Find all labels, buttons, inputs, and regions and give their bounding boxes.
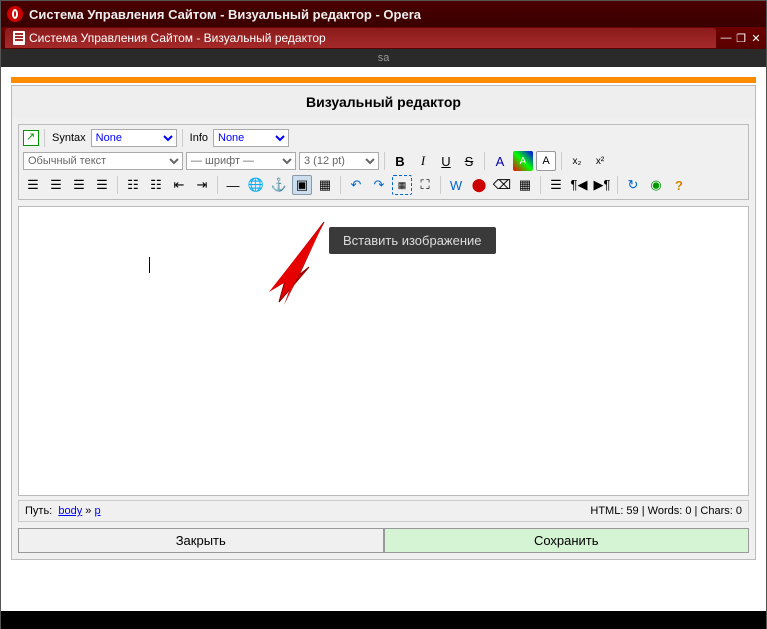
text-cursor xyxy=(149,257,150,273)
separator xyxy=(561,152,562,170)
ltr-button[interactable]: ¶◀ xyxy=(569,175,589,195)
subscript-button[interactable]: x₂ xyxy=(567,151,587,171)
path-body-link[interactable]: body xyxy=(58,505,82,517)
hr-button[interactable]: — xyxy=(223,175,243,195)
special-char-button[interactable]: ⬤ xyxy=(469,175,489,195)
align-right-button[interactable]: ☰ xyxy=(69,175,89,195)
redo-button[interactable]: ↷ xyxy=(369,175,389,195)
syntax-select[interactable]: None xyxy=(91,129,177,147)
dialog-buttons: Закрыть Сохранить xyxy=(18,528,749,553)
fullscreen-button[interactable]: ⛶ xyxy=(415,175,435,195)
superscript-button[interactable]: x² xyxy=(590,151,610,171)
separator xyxy=(540,176,541,194)
link-button[interactable]: 🌐 xyxy=(246,175,266,195)
browser-window: Система Управления Сайтом - Визуальный р… xyxy=(0,0,767,629)
status-strip: sa xyxy=(1,49,766,67)
pointer-arrow-icon xyxy=(239,217,329,307)
editor-title: Визуальный редактор xyxy=(12,86,755,118)
editor-content-area[interactable]: Вставить изображение xyxy=(18,206,749,496)
save-button[interactable]: Сохранить xyxy=(384,528,750,553)
minimize-icon[interactable]: — xyxy=(720,32,732,45)
align-center-button[interactable]: ☰ xyxy=(46,175,66,195)
maximize-icon[interactable]: ❐ xyxy=(735,32,747,45)
separator xyxy=(384,152,385,170)
close-icon[interactable]: ✕ xyxy=(750,32,762,45)
align-justify-button[interactable]: ☰ xyxy=(92,175,112,195)
info-label: Info xyxy=(188,132,210,144)
help-button[interactable]: ? xyxy=(669,175,689,195)
anchor-button[interactable]: ⚓ xyxy=(269,175,289,195)
browser-tab[interactable]: Система Управления Сайтом - Визуальный р… xyxy=(5,28,716,48)
element-path: Путь: body » p xyxy=(25,505,101,517)
align-left-button[interactable]: ☰ xyxy=(23,175,43,195)
page-icon xyxy=(13,31,25,45)
status-bar: Путь: body » p HTML: 59 | Words: 0 | Cha… xyxy=(18,500,749,522)
source-button[interactable]: ☰ xyxy=(546,175,566,195)
page-content: Визуальный редактор Syntax None Info Non… xyxy=(1,67,766,611)
path-p-link[interactable]: p xyxy=(94,505,100,517)
settings-button[interactable]: ◉ xyxy=(646,175,666,195)
tab-title: Система Управления Сайтом - Визуальный р… xyxy=(29,31,326,45)
window-controls: — ❐ ✕ xyxy=(720,32,762,45)
separator xyxy=(617,176,618,194)
accent-bar xyxy=(11,77,756,83)
separator xyxy=(340,176,341,194)
toolbar-row-2: Обычный текст — шрифт — 3 (12 pt) B I U … xyxy=(21,149,746,173)
clear-format-button[interactable]: ⌫ xyxy=(492,175,512,195)
separator xyxy=(44,129,45,147)
size-select[interactable]: 3 (12 pt) xyxy=(299,152,379,170)
underline-button[interactable]: U xyxy=(436,151,456,171)
syntax-label: Syntax xyxy=(50,132,88,144)
text-color-button[interactable]: A xyxy=(490,151,510,171)
format-select[interactable]: Обычный текст xyxy=(23,152,183,170)
insert-table-button[interactable]: ▦ xyxy=(515,175,535,195)
tab-bar: Система Управления Сайтом - Визуальный р… xyxy=(1,27,766,49)
editor-stats: HTML: 59 | Words: 0 | Chars: 0 xyxy=(590,505,742,517)
paste-word-button[interactable]: W xyxy=(446,175,466,195)
separator xyxy=(217,176,218,194)
italic-button[interactable]: I xyxy=(413,151,433,171)
opera-icon xyxy=(7,6,23,22)
toolbar-row-3: ☰ ☰ ☰ ☰ ☷ ☷ ⇤ ⇥ — 🌐 ⚓ ▣ ▦ ↶ xyxy=(21,173,746,197)
info-select[interactable]: None xyxy=(213,129,289,147)
separator xyxy=(182,129,183,147)
unordered-list-button[interactable]: ☷ xyxy=(146,175,166,195)
browser-footer xyxy=(1,611,766,629)
refresh-button[interactable]: ↻ xyxy=(623,175,643,195)
bold-button[interactable]: B xyxy=(390,151,410,171)
ordered-list-button[interactable]: ☷ xyxy=(123,175,143,195)
outdent-button[interactable]: ⇤ xyxy=(169,175,189,195)
window-title: Система Управления Сайтом - Визуальный р… xyxy=(29,7,760,22)
close-button[interactable]: Закрыть xyxy=(18,528,384,553)
indent-button[interactable]: ⇥ xyxy=(192,175,212,195)
select-all-button[interactable]: ▦ xyxy=(392,175,412,195)
strike-button[interactable]: S xyxy=(459,151,479,171)
separator xyxy=(117,176,118,194)
insert-image-button[interactable]: ▣ xyxy=(292,175,312,195)
highlight-button[interactable]: A xyxy=(536,151,556,171)
tooltip: Вставить изображение xyxy=(329,227,496,254)
rtl-button[interactable]: ▶¶ xyxy=(592,175,612,195)
separator xyxy=(484,152,485,170)
editor-container: Визуальный редактор Syntax None Info Non… xyxy=(11,85,756,560)
toolbar-row-1: Syntax None Info None xyxy=(21,127,746,149)
bg-color-button[interactable]: A xyxy=(513,151,533,171)
toolbar: Syntax None Info None Обычный текст — шр… xyxy=(18,124,749,200)
separator xyxy=(440,176,441,194)
browser-titlebar: Система Управления Сайтом - Визуальный р… xyxy=(1,1,766,27)
table-button[interactable]: ▦ xyxy=(315,175,335,195)
undo-button[interactable]: ↶ xyxy=(346,175,366,195)
expand-button[interactable] xyxy=(23,130,39,146)
font-select[interactable]: — шрифт — xyxy=(186,152,296,170)
